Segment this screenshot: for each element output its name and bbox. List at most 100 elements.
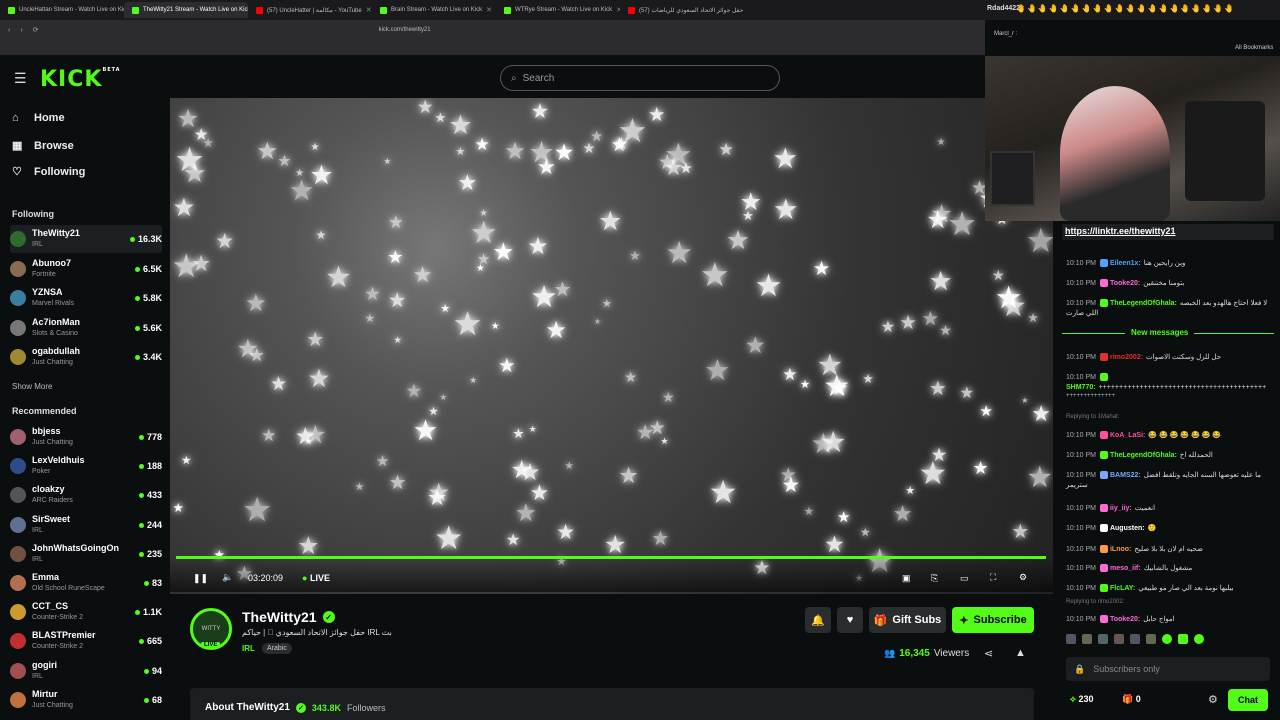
fullscreen-icon[interactable]: ⛶ bbox=[990, 572, 996, 583]
back-icon[interactable]: ‹ bbox=[8, 27, 10, 34]
channel-name-row: TheWitty21 ✓ bbox=[242, 609, 335, 625]
star-decoration: ★ bbox=[603, 531, 627, 560]
hamburger-menu-icon[interactable]: ☰ bbox=[14, 70, 28, 87]
chat-username[interactable]: BAMS22: bbox=[1110, 472, 1141, 479]
star-decoration: ★ bbox=[779, 464, 797, 486]
recommended-channel[interactable]: LexVeldhuis Poker 188 bbox=[10, 452, 162, 480]
chat-text: 🙂 bbox=[1147, 525, 1157, 532]
chat-username[interactable]: rimo2002: bbox=[1110, 354, 1143, 361]
channel-category: IRL bbox=[32, 241, 43, 248]
recommended-channel[interactable]: cloakzy ARC Raiders 433 bbox=[10, 481, 162, 509]
chat-username[interactable]: TheLegendOfGhala: bbox=[1110, 300, 1177, 307]
channel-name[interactable]: TheWitty21 bbox=[242, 609, 317, 625]
star-decoration: ★ bbox=[242, 492, 272, 530]
star-decoration: ★ bbox=[457, 169, 478, 195]
nav-following[interactable]: ♡ Following bbox=[12, 165, 86, 179]
star-decoration: ★ bbox=[364, 313, 376, 326]
browser-tab[interactable]: TheWitty21 Stream - Watch Live on Kick✕ bbox=[124, 2, 248, 18]
pause-icon[interactable]: ❚❚ bbox=[193, 573, 208, 584]
browser-tab[interactable]: (57) UncleHatter | مكالمة - YouTube ✕ bbox=[248, 2, 372, 18]
chat-input[interactable]: 🔒 Subscribers only bbox=[1066, 657, 1270, 681]
share-icon[interactable]: ⋖ bbox=[984, 647, 993, 660]
url-field[interactable]: kick.com/thewitty21 bbox=[379, 27, 431, 33]
chat-username[interactable]: meso_iif: bbox=[1110, 565, 1141, 572]
tab-favicon-icon bbox=[380, 6, 387, 14]
pip-icon[interactable]: ▣ bbox=[902, 573, 911, 584]
star-decoration: ★ bbox=[556, 520, 576, 544]
emote-bar[interactable] bbox=[1066, 634, 1270, 648]
following-channel[interactable]: ogabdullah Just Chatting 3.4K bbox=[10, 343, 162, 371]
following-channel[interactable]: Ac7ionMan Slots & Casino 5.6K bbox=[10, 314, 162, 342]
chat-send-button[interactable]: Chat bbox=[1228, 689, 1268, 711]
volume-icon[interactable]: 🔈 bbox=[222, 572, 233, 583]
browser-tab[interactable]: Brain Stream - Watch Live on Kick ✕ bbox=[372, 2, 496, 18]
browser-tab[interactable]: UncleHattan Stream - Watch Live on Kick✕ bbox=[0, 2, 124, 18]
recommended-channel[interactable]: CCT_CS Counter-Strike 2 1.1K bbox=[10, 598, 162, 626]
chat-settings-gear-icon[interactable]: ⚙ bbox=[1208, 693, 1218, 706]
bookmarks-label[interactable]: All Bookmarks bbox=[1235, 45, 1273, 51]
star-decoration: ★ bbox=[860, 527, 871, 540]
channel-name: BLASTPremier bbox=[32, 630, 96, 641]
close-tab-icon[interactable]: ✕ bbox=[366, 6, 372, 14]
channel-category: IRL bbox=[32, 526, 43, 534]
chat-username[interactable]: iLnoo: bbox=[1110, 546, 1131, 553]
subscribe-button[interactable]: ✦ Subscribe bbox=[952, 607, 1034, 633]
gift-counter[interactable]: 🎁 0 bbox=[1122, 694, 1141, 705]
channel-name: YZNSA bbox=[32, 287, 63, 297]
video-progress-bar[interactable] bbox=[176, 556, 1046, 559]
following-channel[interactable]: Abunoo7 Fortnite 6.5K bbox=[10, 255, 162, 283]
nav-label: Following bbox=[34, 165, 86, 178]
star-decoration: ★ bbox=[294, 423, 316, 450]
recommended-channel[interactable]: BLASTPremier Counter-Strike 2 665 bbox=[10, 627, 162, 655]
gift-subs-button[interactable]: 🎁 Gift Subs bbox=[869, 607, 946, 633]
following-channel[interactable]: YZNSA Marvel Rivals 5.8K bbox=[10, 284, 162, 312]
star-decoration: ★ bbox=[307, 364, 331, 393]
recommended-channel[interactable]: Mirtur Just Chatting 68 bbox=[10, 686, 162, 714]
star-decoration: ★ bbox=[992, 267, 1005, 284]
star-decoration: ★ bbox=[699, 256, 730, 294]
nav-home[interactable]: ⌂ Home bbox=[12, 112, 65, 124]
theater-icon[interactable]: ▭ bbox=[960, 573, 969, 584]
report-icon[interactable]: ▲ bbox=[1015, 647, 1026, 659]
pinned-link[interactable]: https://linktr.ee/thewitty21 bbox=[1062, 224, 1274, 240]
chat-username[interactable]: Augusten: bbox=[1110, 525, 1145, 532]
language-tag[interactable]: Arabic bbox=[262, 643, 292, 654]
notification-bell-icon[interactable]: 🔔 bbox=[805, 607, 831, 633]
channel-points[interactable]: ⟡ 230 bbox=[1070, 694, 1094, 705]
follow-heart-icon[interactable]: ♥ bbox=[837, 607, 863, 633]
badge-icon bbox=[1099, 353, 1108, 362]
chat-username[interactable]: SHM770: bbox=[1066, 384, 1096, 391]
chat-text: حل للزل وسكتت الاصوات bbox=[1146, 354, 1222, 361]
chat-username[interactable]: TheLegendOfGhala: bbox=[1110, 452, 1177, 459]
webcam-overlay bbox=[985, 56, 1280, 221]
recommended-channel[interactable]: bbjess Just Chatting 778 bbox=[10, 423, 162, 451]
video-player[interactable]: ★ ★ ★ ★ ★ ★ ★ ★ ★ ★ ★ ★ ★ ★ ★ ★ ★ ★ ★ ★ ★ ★ ★ ★ ★ ★ ★ ★ ★ ★ ★ ★ ★ ★ ★ ★ ★ ★ ★ ★… bbox=[170, 98, 1053, 594]
recommended-channel[interactable]: SirSweet IRL 244 bbox=[10, 511, 162, 539]
nav-browse[interactable]: ▦ Browse bbox=[12, 139, 74, 153]
chat-username[interactable]: KoA_LaSi: bbox=[1110, 432, 1145, 439]
browser-tab[interactable]: (57) حفل جوائز الاتحاد السعودي للرياضات✕ bbox=[620, 2, 744, 18]
recommended-channel[interactable]: Emma Old School RuneScape 83 bbox=[10, 569, 162, 597]
show-more-link[interactable]: Show More bbox=[12, 382, 52, 391]
kick-logo[interactable]: KICKBETA bbox=[40, 67, 121, 92]
chat-username[interactable]: iiy_iiy: bbox=[1110, 505, 1132, 512]
stream-category[interactable]: IRL bbox=[242, 644, 255, 653]
browser-tab[interactable]: WTRye Stream - Watch Live on Kick ✕ bbox=[496, 2, 620, 18]
chat-text: امواج حابل bbox=[1143, 616, 1175, 623]
close-tab-icon[interactable]: ✕ bbox=[486, 6, 492, 14]
recommended-channel[interactable]: JohnWhatsGoingOn IRL 235 bbox=[10, 540, 162, 568]
chat-username[interactable]: Tooke20: bbox=[1110, 616, 1140, 623]
clip-icon[interactable]: ⎘ bbox=[931, 573, 938, 584]
chat-username[interactable]: Tooke20: bbox=[1110, 280, 1140, 287]
recommended-channel[interactable]: gogiri IRL 94 bbox=[10, 657, 162, 685]
badge-icon bbox=[1099, 615, 1108, 624]
forward-icon[interactable]: › bbox=[20, 27, 22, 34]
chat-username[interactable]: FlcLAY: bbox=[1110, 585, 1135, 592]
following-channel[interactable]: TheWitty21 IRL 16.3K bbox=[10, 225, 162, 253]
search-input[interactable]: ⌕ Search bbox=[500, 65, 780, 91]
reload-icon[interactable]: ⟳ bbox=[33, 26, 39, 34]
settings-gear-icon[interactable]: ⚙ bbox=[1019, 572, 1027, 583]
channel-category: Poker bbox=[32, 468, 51, 476]
chat-username[interactable]: Eileen1x: bbox=[1110, 260, 1141, 267]
star-decoration: ★ bbox=[174, 142, 205, 179]
